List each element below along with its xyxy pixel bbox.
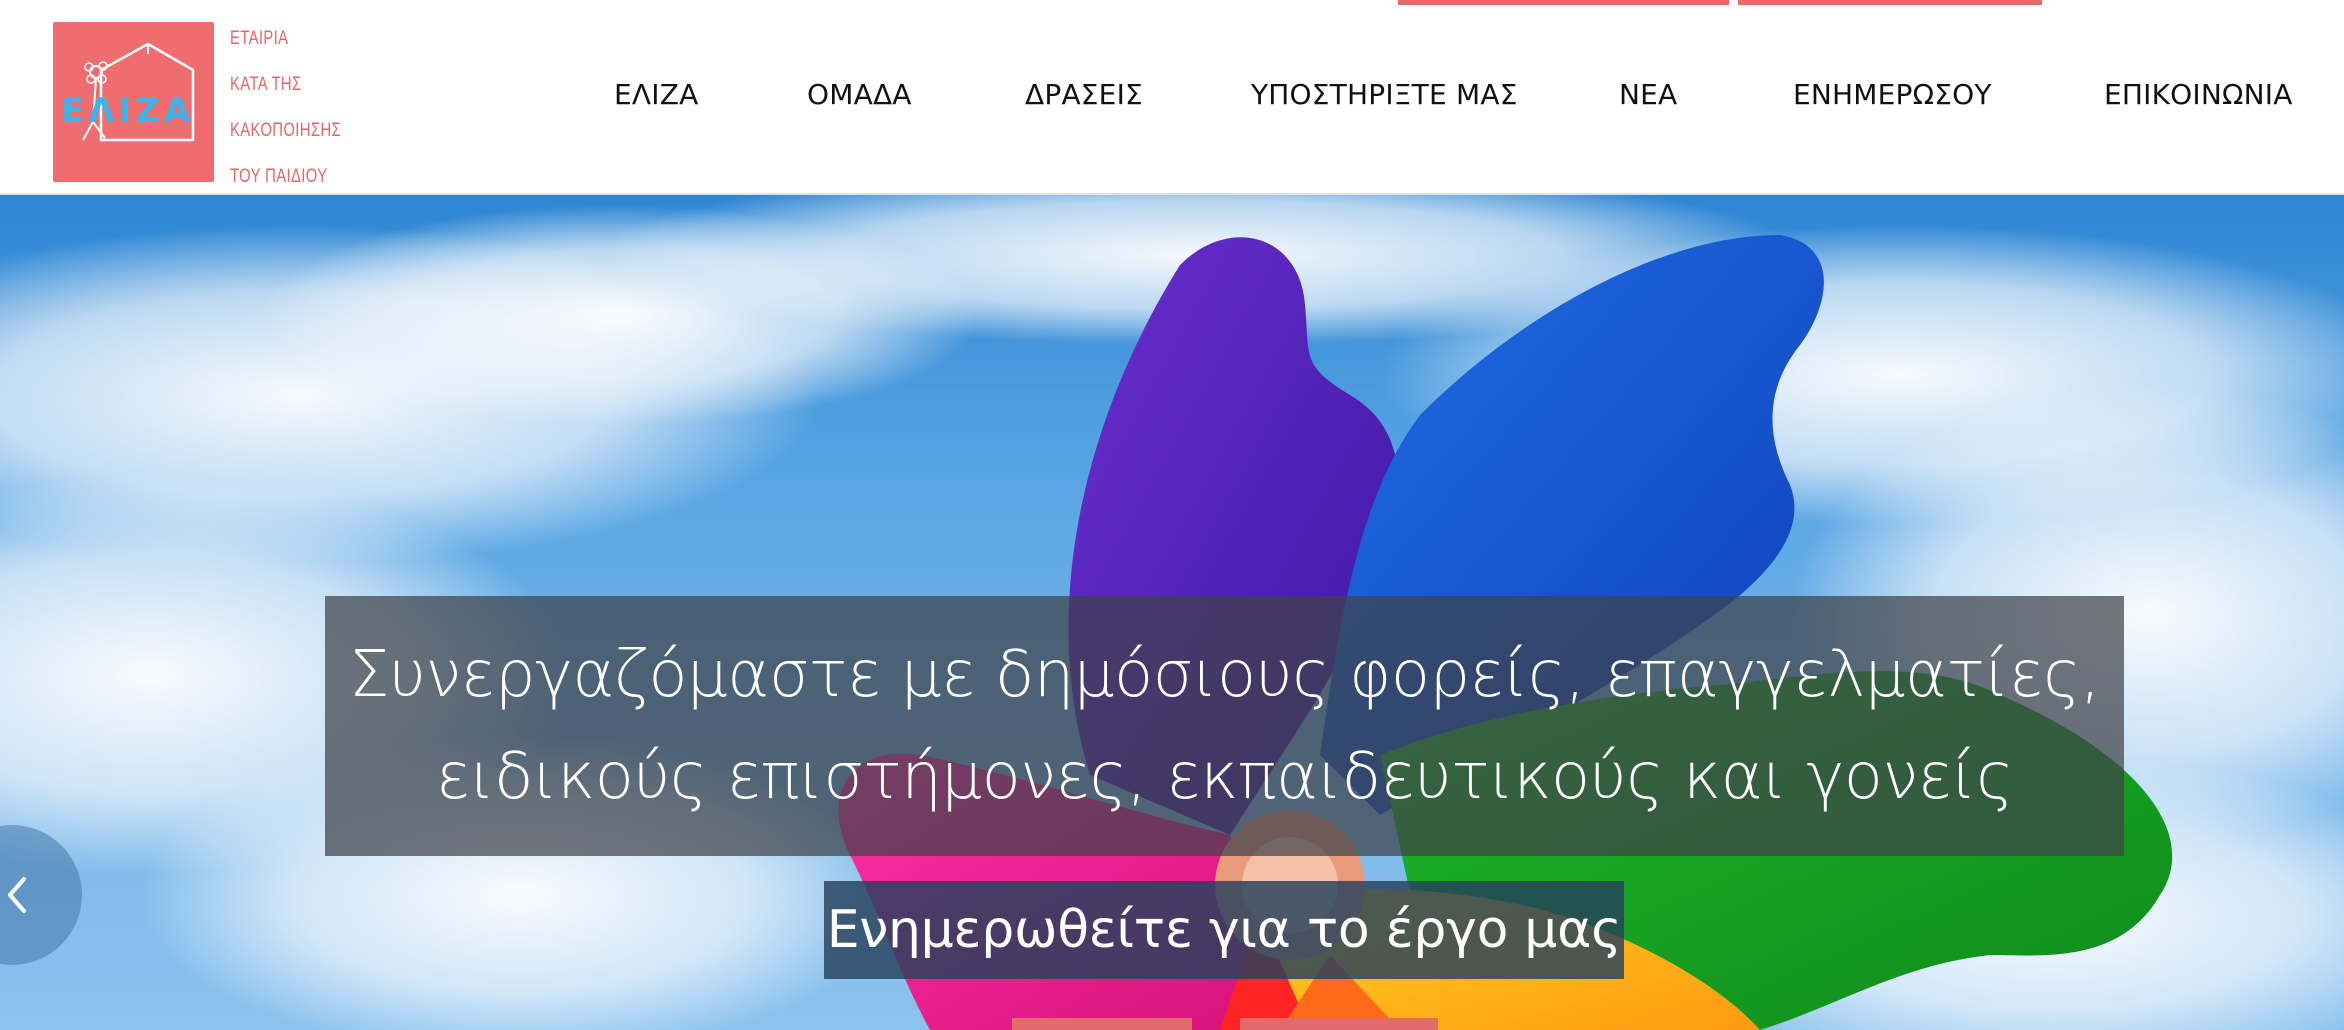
nav-item-newsletter[interactable]: ΕΝΗΜΕΡΩΣΟΥ: [1793, 78, 1992, 111]
slide-caption-text: Συνεργαζόμαστε με δημόσιους φορείς, επαγ…: [325, 624, 2124, 828]
learn-about-work-button[interactable]: Ενημερωθείτε για το έργο μας: [824, 881, 1624, 979]
slide-caption-line: Συνεργαζόμαστε με δημόσιους φορείς, επαγ…: [349, 638, 2100, 712]
slide-caption: Συνεργαζόμαστε με δημόσιους φορείς, επαγ…: [325, 596, 2124, 856]
site-header: ΕΛΙΖΑ ΕΤΑΙΡΙΑ ΚΑΤΑ ΤΗΣ ΚΑΚΟΠΟΙΗΣΗΣ ΤΟΥ Π…: [0, 0, 2344, 195]
nav-item-news[interactable]: ΝΕΑ: [1619, 78, 1677, 111]
nav-item-team[interactable]: ΟΜΑΔΑ: [807, 78, 912, 111]
top-accent-tab[interactable]: [1738, 0, 2042, 5]
nav-item-support-us[interactable]: ΥΠΟΣΤΗΡΙΞΤΕ ΜΑΣ: [1251, 78, 1518, 111]
slide-caption-line: ειδικούς επιστήμονες, εκπαιδευτικούς και…: [435, 740, 2014, 814]
nav-item-eliza[interactable]: ΕΛΙΖΑ: [614, 78, 698, 111]
logo-tagline-line: ΤΟΥ ΠΑΙΔΙΟΥ: [230, 166, 328, 187]
nav-item-actions[interactable]: ΔΡΑΣΕΙΣ: [1025, 78, 1143, 111]
nav-item-contact[interactable]: ΕΠΙΚΟΙΝΩΝΙΑ: [2104, 78, 2293, 111]
main-nav: ΕΛΙΖΑ ΟΜΑΔΑ ΔΡΑΣΕΙΣ ΥΠΟΣΤΗΡΙΞΤΕ ΜΑΣ ΝΕΑ …: [0, 78, 2344, 122]
chevron-left-icon: [8, 877, 26, 913]
hero-slider: Συνεργαζόμαστε με δημόσιους φορείς, επαγ…: [0, 195, 2344, 1030]
bottom-accent-tab[interactable]: [1240, 1018, 1438, 1030]
top-accent-tab[interactable]: [1398, 0, 1729, 5]
bottom-accent-tab[interactable]: [1012, 1018, 1192, 1030]
logo-tagline-line: ΕΤΑΙΡΙΑ: [230, 28, 289, 49]
